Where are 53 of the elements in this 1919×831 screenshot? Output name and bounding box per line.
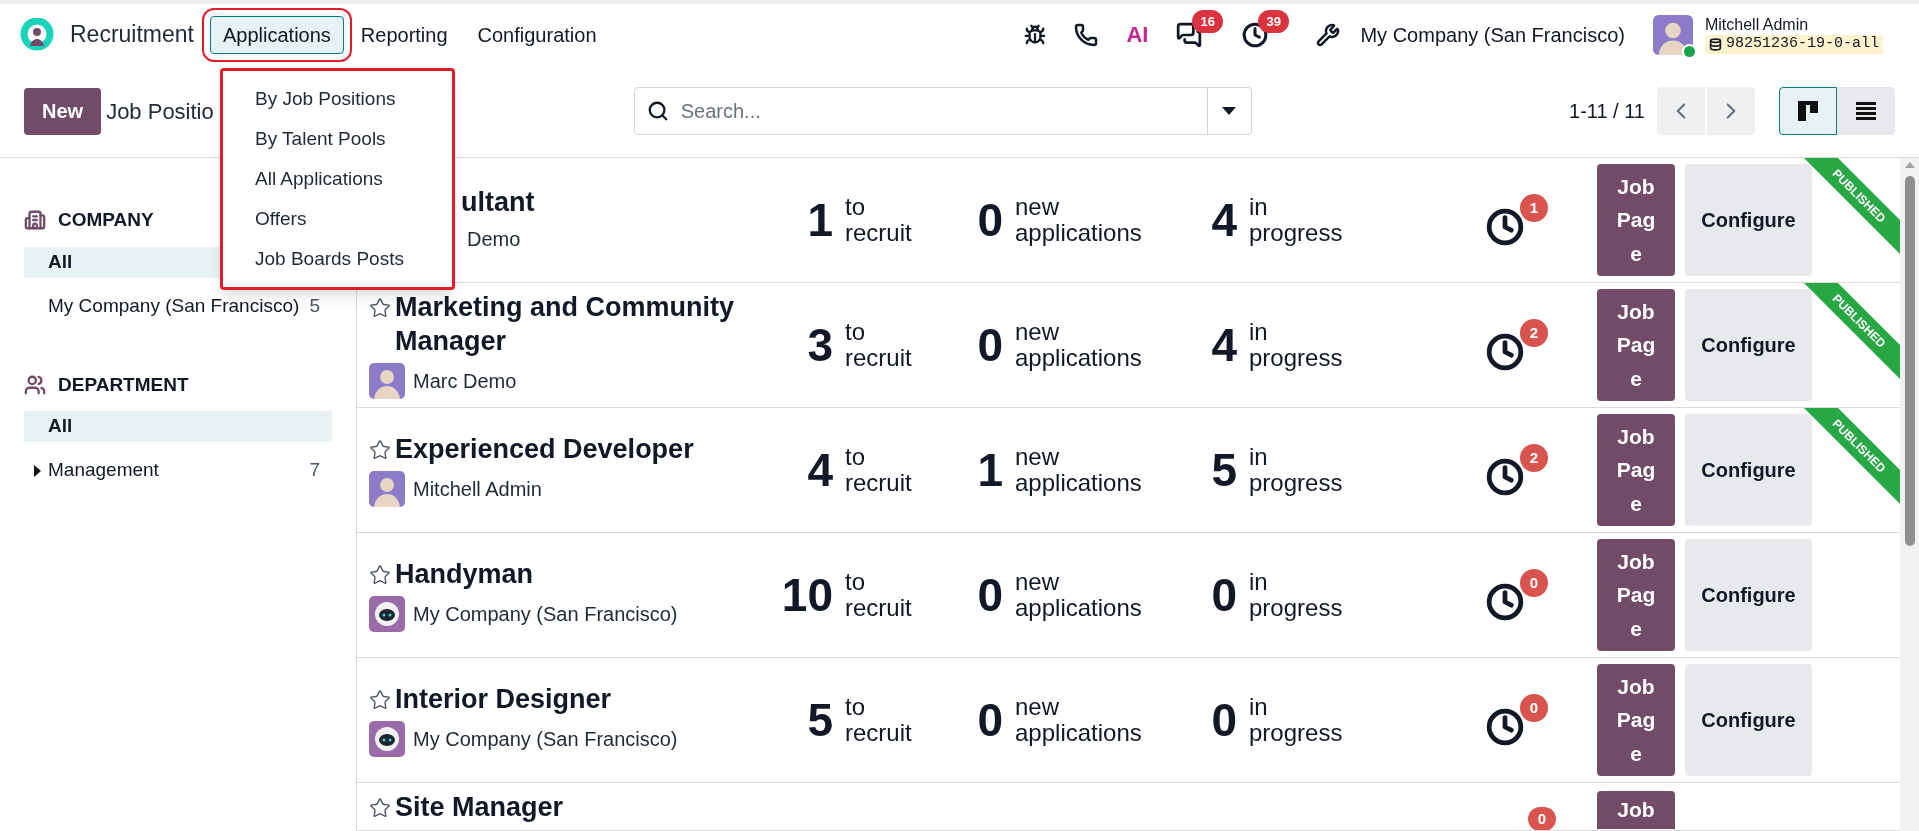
stat-number: 1 (976, 442, 1004, 498)
stat-number: 10 (780, 567, 834, 623)
database-tag: 98251236-19-0-all (1704, 35, 1883, 54)
filter-label: All (48, 414, 73, 439)
stat-number: 0 (976, 192, 1004, 248)
filter-label: Management (48, 458, 159, 483)
stat-label: to recruit (845, 193, 912, 247)
job-owner: Demo (467, 226, 521, 252)
stat-number: 0 (976, 567, 1004, 623)
activity-count-badge: 0 (1520, 569, 1548, 597)
activity-count-badge: 2 (1520, 444, 1548, 472)
stat-number: 4 (1210, 192, 1238, 248)
page-title: Job Positio (106, 97, 214, 126)
stat-label: new applications (1015, 568, 1142, 622)
stat-number: 0 (976, 317, 1004, 373)
filter-label: My Company (San Francisco) (48, 293, 300, 318)
activity-count-badge: 0 (1520, 694, 1548, 722)
stat-label: in progress (1249, 568, 1343, 622)
activity-count-badge: 1 (1520, 194, 1548, 222)
job-owner: My Company (San Francisco) (413, 601, 678, 627)
activity-count-badge: 2 (1520, 319, 1548, 347)
stat-number: 1 (806, 192, 834, 248)
job-owner: Mitchell Admin (413, 476, 542, 502)
stat-label: to recruit (845, 568, 912, 622)
job-owner: Marc Demo (413, 368, 517, 394)
job-owner: My Company (San Francisco) (413, 726, 678, 752)
message-count-badge: 16 (1192, 9, 1223, 33)
stat-label: new applications (1015, 443, 1142, 497)
stat-number: 0 (976, 692, 1004, 748)
stat-number: 5 (1210, 442, 1238, 498)
stat-label: to recruit (845, 693, 912, 747)
filter-section-title: DEPARTMENT (58, 372, 189, 397)
stat-label: to recruit (845, 318, 912, 372)
stat-number: 3 (806, 317, 834, 373)
filter-section-title: COMPANY (58, 208, 154, 232)
activity-count-badge: 39 (1258, 9, 1289, 33)
filter-count: 7 (309, 458, 320, 483)
stat-number: 4 (806, 442, 834, 498)
stat-label: in progress (1249, 318, 1343, 372)
stat-label: new applications (1015, 318, 1142, 372)
stat-label: in progress (1249, 693, 1343, 747)
stat-label: in progress (1249, 443, 1343, 497)
stat-number: 0 (1210, 567, 1238, 623)
stat-label: new applications (1015, 693, 1142, 747)
stat-label: new applications (1015, 193, 1142, 247)
stat-label: in progress (1249, 193, 1343, 247)
filter-label: All (48, 249, 73, 274)
stat-label: to recruit (845, 443, 912, 497)
stat-number: 0 (1210, 692, 1238, 748)
stat-number: 4 (1210, 317, 1238, 373)
stat-number: 5 (806, 692, 834, 748)
filter-count: 5 (309, 293, 320, 318)
activity-count-badge: 0 (1528, 807, 1556, 830)
